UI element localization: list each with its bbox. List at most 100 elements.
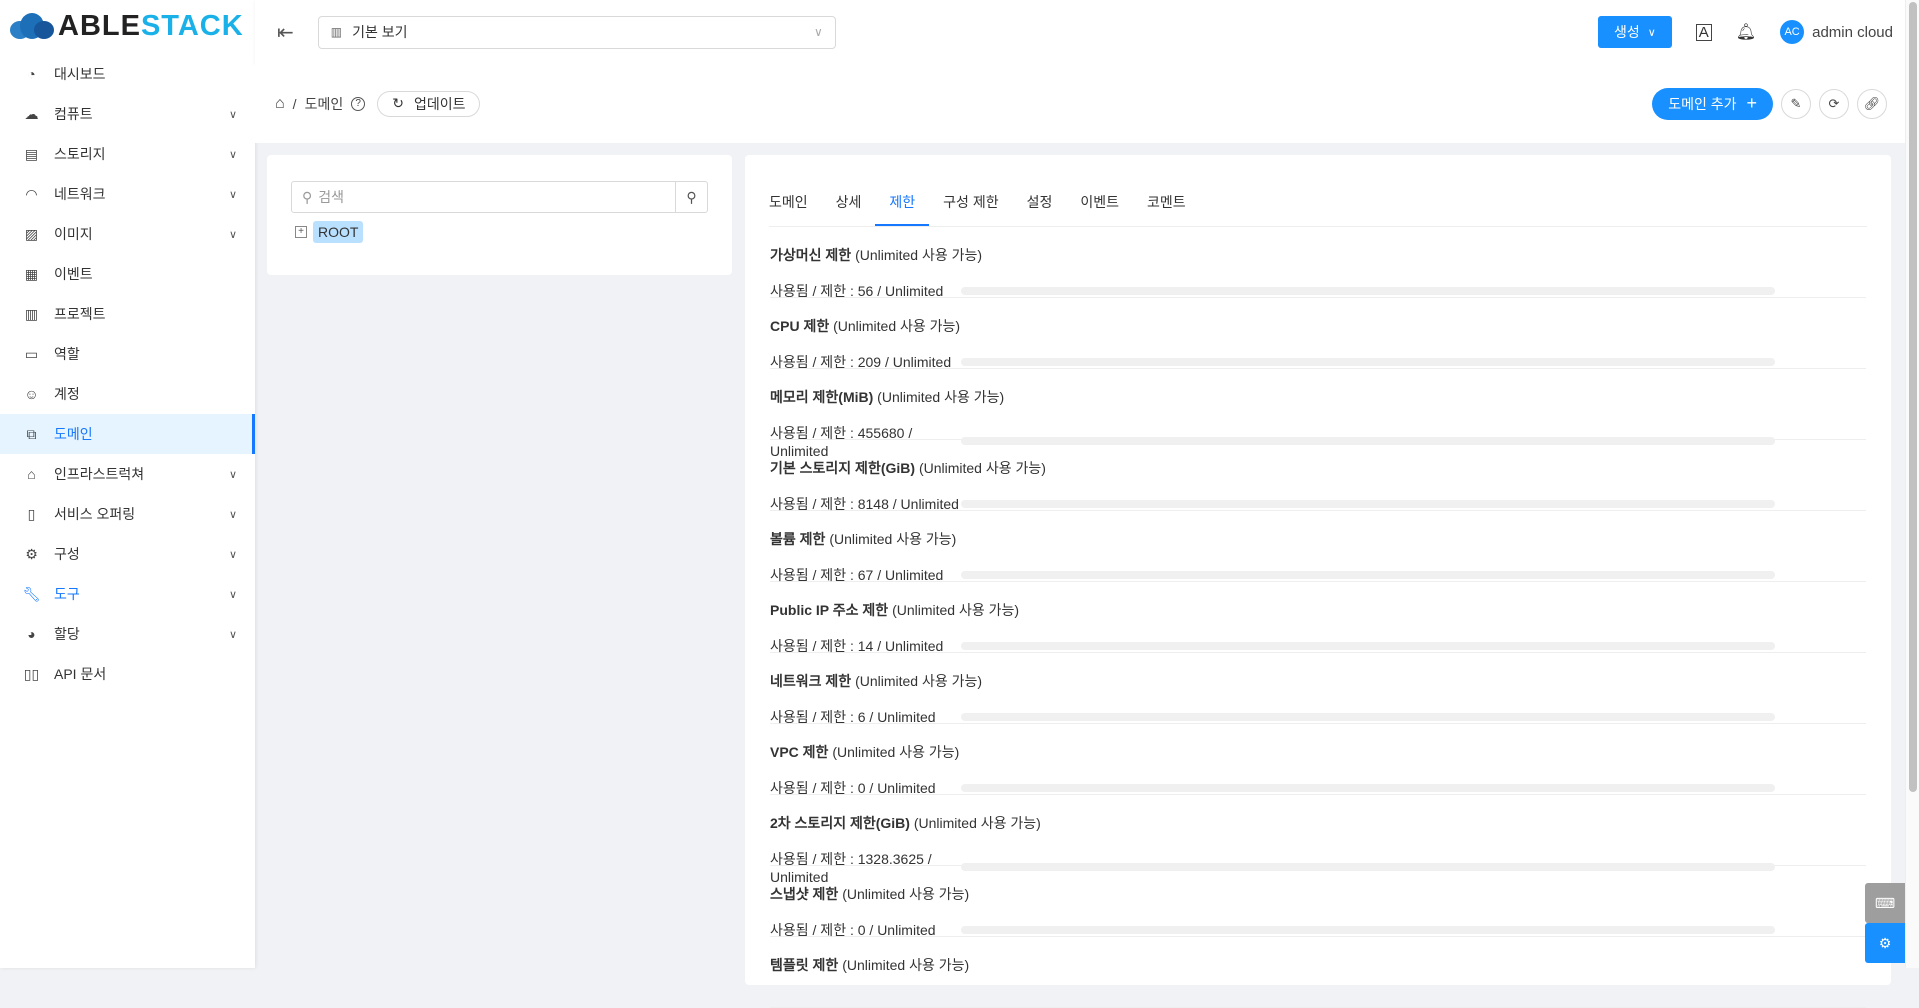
reload-icon: ↻ bbox=[392, 95, 404, 111]
sidebar-item-15[interactable]: ▯▯ API 문서 bbox=[0, 654, 255, 694]
keyboard-button[interactable]: ⌨ bbox=[1865, 883, 1905, 923]
create-label: 생성 bbox=[1613, 24, 1640, 40]
project-icon: ▥ bbox=[24, 305, 39, 322]
limit-row: 템플릿 제한 (Unlimited 사용 가능) bbox=[770, 937, 1866, 1008]
sidebar-item-2[interactable]: ▤ 스토리지 ∨ bbox=[0, 134, 255, 174]
usage-progress-bar bbox=[961, 500, 1775, 508]
limit-availability: (Unlimited 사용 가능) bbox=[913, 815, 1041, 831]
edit-button[interactable]: ✎ bbox=[1781, 88, 1811, 119]
bell-icon[interactable]: 🔔︎ bbox=[1736, 22, 1756, 42]
sidebar-item-6[interactable]: ▥ 프로젝트 bbox=[0, 294, 255, 334]
settings-button[interactable]: ⚙ bbox=[1865, 923, 1905, 963]
sync-button[interactable]: ⟳ bbox=[1819, 88, 1849, 119]
usage-progress-bar bbox=[961, 926, 1775, 934]
expand-icon[interactable]: + bbox=[295, 226, 307, 238]
sidebar-item-13[interactable]: 🔧︎ 도구 ∨ bbox=[0, 574, 255, 614]
create-button[interactable]: 생성 ∨ bbox=[1597, 16, 1672, 48]
sidebar-item-label: 역할 bbox=[54, 346, 80, 362]
sidebar-item-7[interactable]: ▭ 역할 bbox=[0, 334, 255, 374]
limit-availability: (Unlimited 사용 가능) bbox=[832, 744, 960, 760]
top-header: ⇤ ▥ 기본 보기 ∨ 생성 ∨ A 🔔︎ AC admin cloud bbox=[255, 0, 1905, 64]
edit-icon: ✎ bbox=[1790, 95, 1802, 111]
limit-title: 기본 스토리지 제한(GiB) (Unlimited 사용 가능) bbox=[770, 458, 1866, 478]
tab-1[interactable]: 상세 bbox=[822, 192, 876, 226]
question-icon[interactable]: ? bbox=[351, 96, 366, 111]
sidebar-item-11[interactable]: ▯ 서비스 오퍼링 ∨ bbox=[0, 494, 255, 534]
limit-usage: 사용됨 / 제한 : 8148 / Unlimited bbox=[770, 496, 959, 512]
tab-0[interactable]: 도메인 bbox=[769, 192, 822, 226]
limit-name: 가상머신 제한 bbox=[770, 247, 852, 263]
chevron-down-icon: ∨ bbox=[228, 148, 237, 161]
limit-availability: (Unlimited 사용 가능) bbox=[842, 886, 970, 902]
search-placeholder: 검색 bbox=[318, 189, 345, 205]
ablestack-logo[interactable]: ABLE STACK bbox=[0, 0, 255, 52]
search-button[interactable]: ⚲ bbox=[675, 182, 707, 212]
breadcrumb-separator: / bbox=[292, 95, 297, 112]
limit-usage: 사용됨 / 제한 : 56 / Unlimited bbox=[770, 283, 944, 299]
calendar-icon: ▦ bbox=[24, 265, 39, 282]
page-header: ⌂ / 도메인 ? ↻ 업데이트 도메인 추가 + ✎ ⟳ 🔗︎ bbox=[255, 64, 1905, 143]
sidebar-item-8[interactable]: ☺︎ 계정 bbox=[0, 374, 255, 414]
cloud-icon: ☁︎ bbox=[24, 105, 39, 122]
limit-name: CPU 제한 bbox=[770, 318, 830, 334]
sidebar-item-9[interactable]: ⧉ 도메인 bbox=[0, 414, 255, 454]
tab-6[interactable]: 코멘트 bbox=[1133, 192, 1200, 226]
scrollbar[interactable] bbox=[1905, 0, 1919, 968]
pie-icon: ◕ bbox=[27, 626, 36, 642]
user-menu[interactable]: AC admin cloud bbox=[1780, 20, 1893, 44]
tab-2[interactable]: 제한 bbox=[875, 192, 930, 226]
link-icon: 🔗︎ bbox=[1863, 95, 1881, 111]
limit-title: 템플릿 제한 (Unlimited 사용 가능) bbox=[770, 955, 1866, 975]
limit-name: 네트워크 제한 bbox=[770, 673, 852, 689]
sidebar-item-label: 도메인 bbox=[54, 426, 93, 442]
sidebar-item-label: 스토리지 bbox=[54, 146, 106, 162]
limit-name: 템플릿 제한 bbox=[770, 957, 839, 973]
tree-search[interactable]: ⚲ 검색 ⚲ bbox=[291, 181, 708, 213]
setting-icon: ⚙ bbox=[25, 545, 38, 562]
sidebar-item-label: 대시보드 bbox=[54, 66, 106, 82]
sidebar-menu: ◔ 대시보드 ☁︎ 컴퓨트 ∨ ▤ 스토리지 ∨ ◠ 네트워크 ∨ ▨ 이미지 ∨ ▦ 이벤트 ▥ 프로젝트 ▭ 역할… bbox=[0, 54, 255, 694]
sidebar-item-0[interactable]: ◔ 대시보드 bbox=[0, 54, 255, 94]
update-button[interactable]: ↻ 업데이트 bbox=[377, 90, 481, 117]
sidebar-item-label: API 문서 bbox=[54, 666, 107, 682]
usage-progress-bar bbox=[961, 642, 1775, 650]
tab-3[interactable]: 구성 제한 bbox=[929, 192, 1012, 226]
update-label: 업데이트 bbox=[413, 95, 466, 112]
sidebar-item-10[interactable]: ⌂ 인프라스트럭쳐 ∨ bbox=[0, 454, 255, 494]
sidebar-item-label: 컴퓨트 bbox=[54, 106, 93, 122]
home-icon[interactable]: ⌂ bbox=[275, 95, 285, 113]
limit-usage: 사용됨 / 제한 : 0 / Unlimited bbox=[770, 780, 936, 796]
sidebar-item-3[interactable]: ◠ 네트워크 ∨ bbox=[0, 174, 255, 214]
chevron-down-icon: ∨ bbox=[228, 588, 237, 601]
search-input[interactable]: ⚲ 검색 bbox=[292, 182, 675, 212]
limit-title: 스냅샷 제한 (Unlimited 사용 가능) bbox=[770, 884, 1866, 904]
add-domain-button[interactable]: 도메인 추가 + bbox=[1652, 87, 1773, 120]
limit-name: 기본 스토리지 제한(GiB) bbox=[770, 460, 916, 476]
view-select[interactable]: ▥ 기본 보기 ∨ bbox=[317, 15, 836, 49]
usage-progress-bar bbox=[961, 713, 1775, 721]
tree-node-label[interactable]: ROOT bbox=[313, 221, 364, 243]
dashboard-icon: ◔ bbox=[27, 66, 36, 82]
chevron-down-icon: ∨ bbox=[228, 188, 237, 201]
limit-row: 네트워크 제한 (Unlimited 사용 가능) 사용됨 / 제한 : 6 / … bbox=[770, 653, 1866, 725]
limit-usage: 사용됨 / 제한 : 67 / Unlimited bbox=[770, 567, 944, 583]
limit-title: 볼륨 제한 (Unlimited 사용 가능) bbox=[770, 529, 1866, 549]
sidebar-item-4[interactable]: ▨ 이미지 ∨ bbox=[0, 214, 255, 254]
sidebar-item-12[interactable]: ⚙ 구성 ∨ bbox=[0, 534, 255, 574]
limit-availability: (Unlimited 사용 가능) bbox=[892, 602, 1020, 618]
tab-4[interactable]: 설정 bbox=[1013, 192, 1067, 226]
sidebar-item-label: 도구 bbox=[54, 586, 80, 602]
link-button[interactable]: 🔗︎ bbox=[1857, 88, 1887, 119]
sidebar-item-14[interactable]: ◕ 할당 ∨ bbox=[0, 614, 255, 654]
limit-name: 볼륨 제한 bbox=[770, 531, 826, 547]
sidebar-item-1[interactable]: ☁︎ 컴퓨트 ∨ bbox=[0, 94, 255, 134]
logo-text-stack: STACK bbox=[140, 9, 244, 42]
scrollbar-thumb[interactable] bbox=[1909, 2, 1917, 792]
menu-fold-icon[interactable]: ⇤ bbox=[277, 20, 294, 45]
sidebar-item-label: 인프라스트럭쳐 bbox=[54, 466, 145, 482]
usage-progress-bar bbox=[961, 571, 1775, 579]
logo-cloud-icon bbox=[10, 13, 54, 39]
translate-icon[interactable]: A bbox=[1695, 23, 1712, 41]
sidebar-item-5[interactable]: ▦ 이벤트 bbox=[0, 254, 255, 294]
tab-5[interactable]: 이벤트 bbox=[1066, 192, 1133, 226]
